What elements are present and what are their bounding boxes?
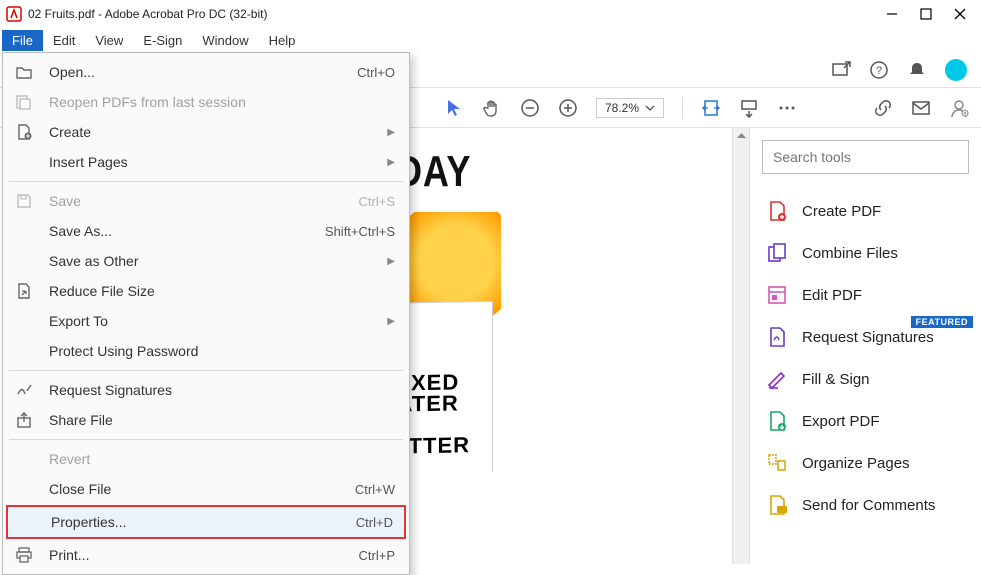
tool-label: Create PDF — [802, 203, 881, 220]
tool-label: Fill & Sign — [802, 371, 870, 388]
svg-text:?: ? — [876, 65, 882, 77]
tool-label: Edit PDF — [802, 287, 862, 304]
tool-label: Export PDF — [802, 413, 880, 430]
menu-reopen-last: Reopen PDFs from last session — [3, 87, 409, 117]
divider — [682, 96, 683, 120]
tool-send-comments[interactable]: Send for Comments — [762, 484, 969, 526]
share-screen-icon[interactable] — [831, 60, 851, 80]
bell-icon[interactable] — [907, 60, 927, 80]
tool-label: Combine Files — [802, 245, 898, 262]
menu-create[interactable]: Create ▶ — [3, 117, 409, 147]
search-tools-input[interactable] — [762, 140, 969, 174]
send-comments-icon — [766, 494, 788, 516]
scroll-up-icon[interactable] — [736, 130, 747, 141]
tool-label: Request Signatures — [802, 329, 934, 346]
chevron-down-icon — [645, 103, 655, 113]
menu-export-to[interactable]: Export To ▶ — [3, 306, 409, 336]
page-scroll-icon[interactable] — [739, 98, 759, 118]
account-icon[interactable] — [949, 98, 969, 118]
tool-label: Organize Pages — [802, 455, 910, 472]
zoom-level-combo[interactable]: 78.2% — [596, 98, 664, 118]
menu-save-as-other[interactable]: Save as Other ▶ — [3, 246, 409, 276]
menu-help[interactable]: Help — [259, 30, 306, 51]
submenu-arrow-icon: ▶ — [387, 316, 395, 327]
menu-request-signatures[interactable]: Request Signatures — [3, 375, 409, 405]
title-bar: 02 Fruits.pdf - Adobe Acrobat Pro DC (32… — [0, 0, 981, 28]
menu-file[interactable]: File — [2, 30, 43, 51]
request-signatures-icon — [766, 326, 788, 348]
edit-pdf-icon — [766, 284, 788, 306]
minimize-button[interactable] — [885, 7, 899, 21]
link-icon[interactable] — [873, 98, 893, 118]
more-tools-icon[interactable] — [777, 98, 797, 118]
menu-properties[interactable]: Properties... Ctrl+D — [6, 505, 406, 539]
menu-separator — [9, 181, 403, 182]
featured-badge: FEATURED — [911, 316, 973, 328]
menu-bar: File Edit View E-Sign Window Help — [0, 28, 981, 52]
menu-insert-pages[interactable]: Insert Pages ▶ — [3, 147, 409, 177]
folder-open-icon — [13, 63, 35, 81]
select-tool-icon[interactable] — [444, 98, 464, 118]
window-title: 02 Fruits.pdf - Adobe Acrobat Pro DC (32… — [28, 7, 885, 21]
zoom-value: 78.2% — [605, 101, 639, 115]
menu-share-file[interactable]: Share File — [3, 405, 409, 435]
fit-width-icon[interactable] — [701, 98, 721, 118]
combine-files-icon — [766, 242, 788, 264]
menu-reduce-file-size[interactable]: Reduce File Size — [3, 276, 409, 306]
tool-fill-sign[interactable]: Fill & Sign — [762, 358, 969, 400]
create-icon — [13, 123, 35, 141]
reduce-size-icon — [13, 282, 35, 300]
menu-close-file[interactable]: Close File Ctrl+W — [3, 474, 409, 504]
menu-revert: Revert — [3, 444, 409, 474]
submenu-arrow-icon: ▶ — [387, 256, 395, 267]
fill-sign-icon — [766, 368, 788, 390]
submenu-arrow-icon: ▶ — [387, 157, 395, 168]
create-pdf-icon — [766, 200, 788, 222]
menu-window[interactable]: Window — [192, 30, 258, 51]
menu-separator — [9, 439, 403, 440]
organize-pages-icon — [766, 452, 788, 474]
menu-separator — [9, 370, 403, 371]
menu-open[interactable]: Open... Ctrl+O — [3, 57, 409, 87]
close-button[interactable] — [953, 7, 967, 21]
tool-create-pdf[interactable]: Create PDF — [762, 190, 969, 232]
submenu-arrow-icon: ▶ — [387, 127, 395, 138]
tool-label: Send for Comments — [802, 497, 935, 514]
menu-save: Save Ctrl+S — [3, 186, 409, 216]
help-icon[interactable]: ? — [869, 60, 889, 80]
export-pdf-icon — [766, 410, 788, 432]
print-icon — [13, 546, 35, 564]
share-icon — [13, 411, 35, 429]
tool-organize-pages[interactable]: Organize Pages — [762, 442, 969, 484]
menu-edit[interactable]: Edit — [43, 30, 85, 51]
menu-protect-password[interactable]: Protect Using Password — [3, 336, 409, 366]
zoom-in-icon[interactable] — [558, 98, 578, 118]
tool-combine-files[interactable]: Combine Files — [762, 232, 969, 274]
menu-view[interactable]: View — [85, 30, 133, 51]
user-avatar[interactable] — [945, 59, 967, 81]
tools-panel: Create PDF Combine Files Edit PDF FEATUR… — [749, 128, 981, 564]
signature-icon — [13, 381, 35, 399]
acrobat-app-icon — [6, 6, 22, 22]
menu-save-as[interactable]: Save As... Shift+Ctrl+S — [3, 216, 409, 246]
mail-icon[interactable] — [911, 98, 931, 118]
menu-print[interactable]: Print... Ctrl+P — [3, 540, 409, 570]
tool-edit-pdf[interactable]: Edit PDF — [762, 274, 969, 316]
tool-export-pdf[interactable]: Export PDF — [762, 400, 969, 442]
zoom-out-icon[interactable] — [520, 98, 540, 118]
reopen-icon — [13, 93, 35, 111]
file-menu-dropdown: Open... Ctrl+O Reopen PDFs from last ses… — [2, 52, 410, 575]
menu-esign[interactable]: E-Sign — [133, 30, 192, 51]
window-controls — [885, 7, 975, 21]
tool-request-signatures[interactable]: FEATURED Request Signatures — [762, 316, 969, 358]
hand-tool-icon[interactable] — [482, 98, 502, 118]
vertical-scrollbar[interactable] — [732, 128, 749, 564]
save-icon — [13, 192, 35, 210]
maximize-button[interactable] — [919, 7, 933, 21]
